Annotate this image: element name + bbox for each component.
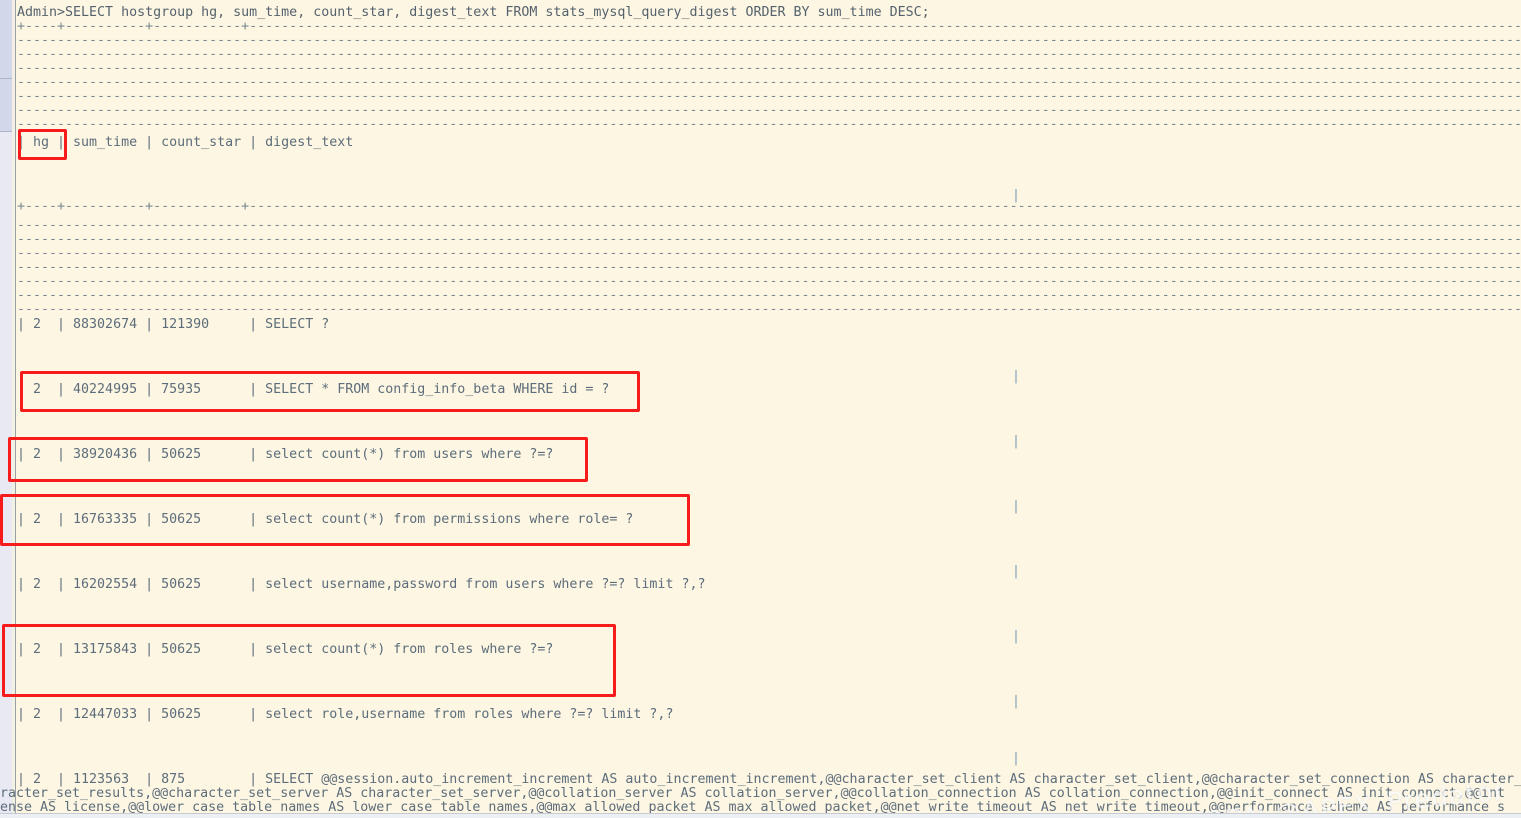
table-row: | 2 | 88302674 | 121390 | SELECT ? xyxy=(17,317,330,332)
table-row: | 2 | 16202554 | 50625 | select username… xyxy=(17,577,706,592)
terminal-output: Admin>SELECT hostgroup hg, sum_time, cou… xyxy=(0,0,1521,818)
terminal-window: Admin>SELECT hostgroup hg, sum_time, cou… xyxy=(0,0,1521,818)
table-row: 2 | 40224995 | 75935 | SELECT * FROM con… xyxy=(17,382,610,397)
dashed-fill-line: ----------------------------------------… xyxy=(17,302,1521,317)
column-edge-pipe: | xyxy=(1012,629,1021,644)
table-row: | 2 | 16763335 | 50625 | select count(*)… xyxy=(17,512,634,527)
column-edge-pipe: | xyxy=(1012,751,1021,766)
window-bottom-edge xyxy=(0,813,1521,818)
column-edge-pipe: | xyxy=(1012,564,1021,579)
table-row: | 2 | 12447033 | 50625 | select role,use… xyxy=(17,707,674,722)
column-edge-pipe: | xyxy=(1012,499,1021,514)
scrollbar-thumb-upper[interactable] xyxy=(0,0,12,79)
table-header-row: | hg | sum_time | count_star | digest_te… xyxy=(17,135,354,150)
scrollbar-thumb-lower[interactable] xyxy=(0,79,12,132)
table-separator-mid: +----+----------+-----------+-----------… xyxy=(17,199,1521,214)
table-row: | 2 | 38920436 | 50625 | select count(*)… xyxy=(17,447,554,462)
table-row: | 2 | 13175843 | 50625 | select count(*)… xyxy=(17,642,554,657)
dashed-fill-line: ----------------------------------------… xyxy=(17,117,1521,132)
column-edge-pipe: | xyxy=(1012,369,1021,384)
column-edge-pipe: | xyxy=(1012,434,1021,449)
column-edge-pipe: | xyxy=(1012,694,1021,709)
terminal-left-rail xyxy=(12,0,16,818)
